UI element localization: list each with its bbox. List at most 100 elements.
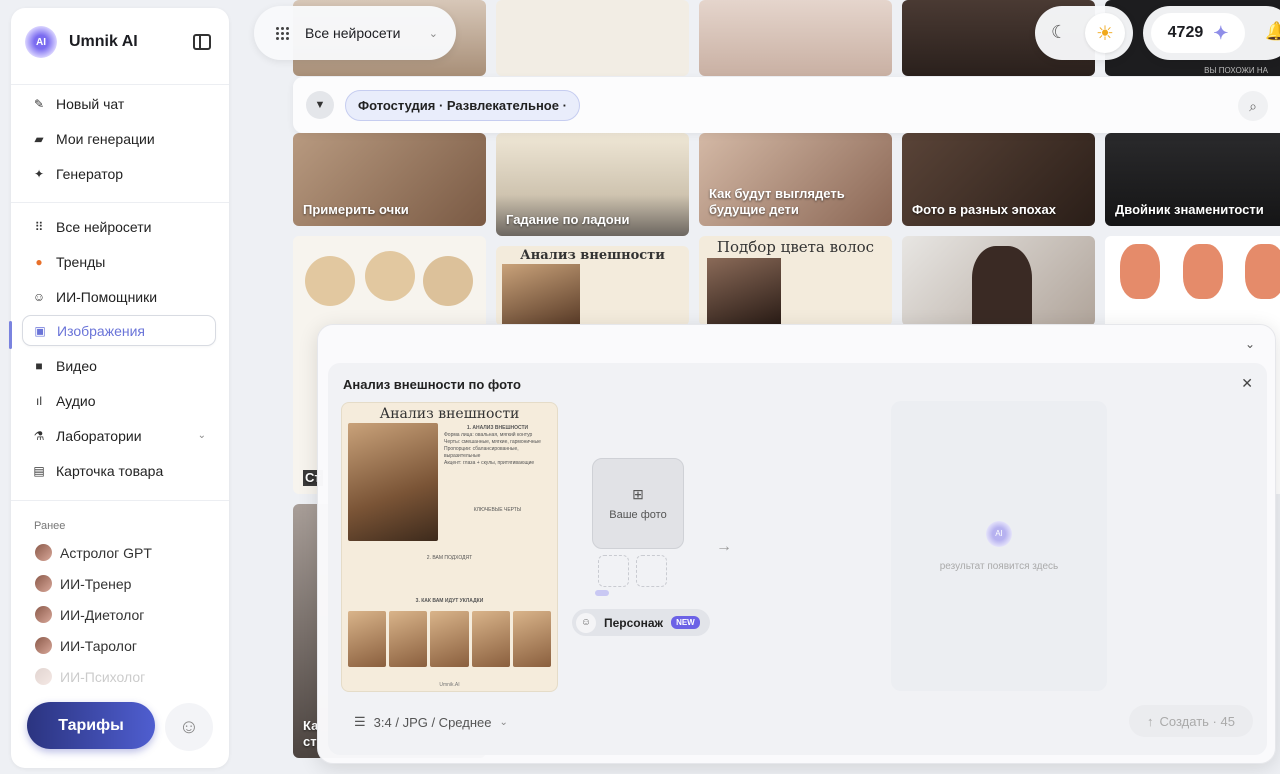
settings-value: 3:4 / JPG / Среднее: [373, 714, 492, 730]
preview-photo: [348, 423, 438, 541]
support-icon[interactable]: ☺: [165, 703, 213, 751]
gallery-card[interactable]: Анализ внешности: [496, 246, 689, 326]
recent-item[interactable]: ИИ-Психолог: [35, 668, 145, 685]
preview-footer: Umnik.AI: [439, 682, 460, 688]
preview-section: 3. КАК ВАМ ИДУТ УКЛАДКИ: [415, 598, 484, 604]
nav-assistants[interactable]: ☺ ИИ-Помощники: [22, 281, 216, 312]
output-settings[interactable]: ☰ 3:4 / JPG / Среднее ⌄: [354, 714, 508, 730]
nav-label: Тренды: [56, 253, 106, 270]
card-title: Анализ внешности: [520, 248, 665, 263]
divider: [11, 500, 229, 501]
recent-item[interactable]: Астролог GPT: [35, 544, 152, 561]
result-area: AI результат появится здесь: [891, 401, 1107, 691]
nav-product-card[interactable]: ▤ Карточка товара: [22, 455, 216, 486]
gallery-card[interactable]: Двойник знаменитости: [1105, 133, 1280, 226]
recent-item[interactable]: ИИ-Диетолог: [35, 606, 144, 623]
brand[interactable]: AI Umnik AI: [25, 26, 138, 58]
close-icon[interactable]: ✕: [1241, 375, 1253, 392]
recent-label: ИИ-Таролог: [60, 637, 137, 654]
category-chip[interactable]: Фотостудия · Развлекательное ·: [345, 90, 580, 121]
tariffs-button[interactable]: Тарифы: [27, 702, 155, 749]
preview-section: КЛЮЧЕВЫЕ ЧЕРТЫ: [473, 507, 522, 513]
avatar: [35, 606, 52, 623]
nav-all-networks[interactable]: ⠿ Все нейросети: [22, 211, 216, 242]
example-preview[interactable]: Анализ внешности 1. АНАЛИЗ ВНЕШНОСТИ Фор…: [341, 402, 558, 692]
gallery-card[interactable]: Примерить очки: [293, 133, 486, 226]
nav-labs[interactable]: ⚗ Лаборатории ⌄: [22, 420, 216, 451]
gallery-card[interactable]: Как будут выглядеть будущие дети: [699, 133, 892, 226]
preview-hairstyles: [348, 611, 552, 667]
chevron-down-icon[interactable]: ▼: [306, 91, 334, 119]
sun-icon[interactable]: ☀: [1085, 13, 1125, 53]
nav-my-generations[interactable]: ▰ Мои генерации: [22, 123, 216, 154]
tool-title: Анализ внешности по фото: [343, 377, 521, 392]
image-icon: ▣: [34, 323, 46, 338]
gallery-card[interactable]: Подбор цвета волос: [699, 236, 892, 326]
preview-section: 2. ВАМ ПОДХОДЯТ: [426, 555, 473, 561]
sidebar-collapse-icon[interactable]: [193, 34, 211, 50]
model-select-value: Все нейросети: [305, 25, 401, 41]
nav-audio[interactable]: ıl Аудио: [22, 385, 216, 416]
gallery-card[interactable]: Фото в разных эпохах: [902, 133, 1095, 226]
search-icon[interactable]: ⌕: [1238, 91, 1268, 121]
nav-video[interactable]: ■ Видео: [22, 350, 216, 381]
nav-label: Изображения: [57, 322, 145, 339]
sliders-icon: ☰: [354, 714, 366, 729]
upload-photo-button[interactable]: ⊞ Ваше фото: [592, 458, 684, 549]
nav-new-chat[interactable]: ✎ Новый чат: [22, 88, 216, 119]
active-indicator: [9, 321, 12, 349]
folder-icon: ▰: [34, 131, 44, 146]
nav-generator[interactable]: ✦ Генератор: [22, 158, 216, 189]
theme-toggle[interactable]: ☾ ☀: [1035, 6, 1133, 60]
nav-label: Все нейросети: [56, 218, 152, 235]
preview-line: Пропорции: сбалансированные, выразительн…: [444, 446, 519, 459]
card-photo: [972, 246, 1032, 326]
sticker-dog: [305, 256, 355, 306]
nav-label: Генератор: [56, 165, 124, 182]
grid-icon: [276, 26, 289, 40]
create-button[interactable]: ↑ Создать · 45: [1129, 705, 1253, 737]
card-photo: [707, 258, 781, 324]
recent-label: ИИ-Психолог: [60, 668, 146, 685]
card-photo: [502, 264, 580, 324]
upload-label: Ваше фото: [609, 509, 667, 521]
recent-item[interactable]: ИИ-Таролог: [35, 637, 137, 654]
card-caption: Фото в разных эпохах: [912, 202, 1056, 217]
preview-title: Анализ внешности: [379, 406, 520, 422]
preview-line: Черты: смешанные, мягкие, гармоничные: [444, 439, 541, 445]
persona-button[interactable]: ☺ Персонаж NEW: [572, 609, 710, 636]
robot-icon: ☺: [32, 289, 46, 304]
create-label: Создать · 45: [1159, 713, 1235, 729]
model-select[interactable]: Все нейросети ⌄: [254, 6, 456, 60]
slot-indicator: [595, 590, 609, 596]
card-caption: Примерить очки: [303, 202, 409, 217]
recent-heading: Ранее: [34, 520, 66, 532]
card-caption: Двойник знаменитости: [1115, 202, 1264, 217]
credits-count: 4729: [1167, 24, 1204, 41]
recent-label: ИИ-Диетолог: [60, 606, 145, 623]
logo-icon: AI: [986, 520, 1012, 547]
nav-label: Аудио: [56, 392, 96, 409]
nav-trends[interactable]: ● Тренды: [22, 246, 216, 277]
gallery-card[interactable]: [496, 0, 689, 76]
sticker-girl: [1245, 244, 1280, 299]
gallery-card[interactable]: [902, 236, 1095, 326]
tool-card: Анализ внешности по фото ✕ Анализ внешно…: [328, 363, 1267, 755]
nav-label: Лаборатории: [56, 427, 142, 444]
credits-pill[interactable]: 4729 ✦: [1151, 13, 1245, 53]
extra-photo-slot[interactable]: [598, 555, 629, 587]
divider: [11, 202, 229, 203]
chevron-down-icon[interactable]: ⌄: [1245, 337, 1255, 351]
gallery-card[interactable]: [699, 0, 892, 76]
add-image-icon: ⊞: [632, 486, 644, 502]
sparkle-icon: ✦: [1213, 22, 1229, 43]
fire-icon: ●: [35, 254, 43, 269]
extra-photo-slot[interactable]: [636, 555, 667, 587]
nav-label: Видео: [56, 357, 97, 374]
preview-line: Форма лица: овальная, мягкий контур: [444, 432, 533, 438]
nav-images[interactable]: ▣ Изображения: [22, 315, 216, 346]
bell-icon[interactable]: 🔔: [1265, 21, 1280, 42]
gallery-card[interactable]: Гадание по ладони: [496, 133, 689, 236]
moon-icon[interactable]: ☾: [1051, 22, 1067, 43]
recent-item[interactable]: ИИ-Тренер: [35, 575, 131, 592]
